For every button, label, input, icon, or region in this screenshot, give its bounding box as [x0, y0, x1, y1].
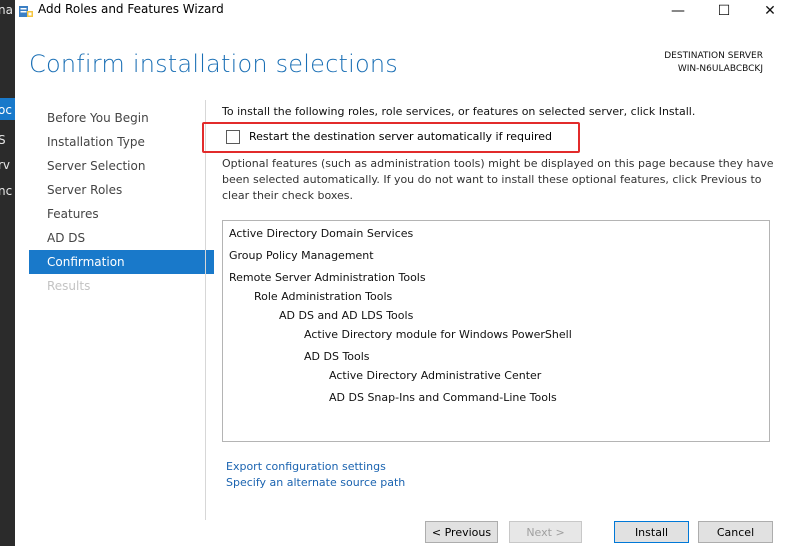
- nav-item-installation-type[interactable]: Installation Type: [29, 130, 214, 154]
- content-pane: To install the following roles, role ser…: [202, 100, 793, 520]
- intro-text: To install the following roles, role ser…: [222, 105, 696, 118]
- minimize-icon: —: [671, 3, 685, 19]
- restart-option-highlight: Restart the destination server automatic…: [202, 122, 580, 153]
- background-text: oc: [0, 103, 12, 117]
- alternate-source-path-link[interactable]: Specify an alternate source path: [226, 476, 405, 489]
- list-item: AD DS Tools: [304, 350, 370, 363]
- nav-item-ad-ds[interactable]: AD DS: [29, 226, 214, 250]
- server-manager-icon: [19, 6, 33, 17]
- export-configuration-link[interactable]: Export configuration settings: [226, 460, 386, 473]
- maximize-button[interactable]: ☐: [701, 0, 747, 22]
- nav-item-features[interactable]: Features: [29, 202, 214, 226]
- list-item: Active Directory Domain Services: [229, 227, 414, 240]
- wizard-window: Add Roles and Features Wizard — ☐ ✕ Conf…: [15, 0, 793, 546]
- nav-item-before-you-begin[interactable]: Before You Begin: [29, 106, 214, 130]
- background-window-strip: na oc S rv nc: [0, 0, 15, 546]
- features-list[interactable]: Active Directory Domain Services Group P…: [222, 220, 770, 442]
- background-text: rv: [0, 158, 11, 172]
- list-item: Active Directory module for Windows Powe…: [304, 328, 572, 341]
- nav-item-server-roles[interactable]: Server Roles: [29, 178, 214, 202]
- page-title: Confirm installation selections: [29, 50, 398, 78]
- close-icon: ✕: [764, 3, 776, 19]
- close-button[interactable]: ✕: [747, 0, 793, 22]
- title-bar[interactable]: Add Roles and Features Wizard — ☐ ✕: [15, 0, 793, 22]
- list-item: Active Directory Administrative Center: [329, 369, 542, 382]
- minimize-button[interactable]: —: [655, 0, 701, 22]
- background-text: na: [0, 3, 13, 17]
- previous-button[interactable]: < Previous: [425, 521, 498, 543]
- list-item: Remote Server Administration Tools: [229, 271, 426, 284]
- list-item: AD DS Snap-Ins and Command-Line Tools: [329, 391, 557, 404]
- background-text: nc: [0, 184, 13, 198]
- nav-item-server-selection[interactable]: Server Selection: [29, 154, 214, 178]
- list-item: Role Administration Tools: [254, 290, 393, 303]
- list-item: Group Policy Management: [229, 249, 374, 262]
- destination-server-info: DESTINATION SERVER WIN-N6ULABCBCKJ: [664, 50, 763, 76]
- cancel-button[interactable]: Cancel: [698, 521, 773, 543]
- nav-item-results: Results: [47, 279, 91, 293]
- background-text: S: [0, 133, 6, 147]
- wizard-nav: Before You Begin Installation Type Serve…: [29, 106, 214, 298]
- restart-checkbox[interactable]: [226, 130, 240, 144]
- restart-checkbox-label[interactable]: Restart the destination server automatic…: [249, 130, 552, 143]
- destination-server-name: WIN-N6ULABCBCKJ: [677, 64, 763, 74]
- list-item: AD DS and AD LDS Tools: [279, 309, 414, 322]
- nav-item-confirmation[interactable]: Confirmation: [29, 250, 214, 274]
- optional-features-note: Optional features (such as administratio…: [222, 157, 774, 202]
- destination-server-label: DESTINATION SERVER: [664, 51, 763, 61]
- next-button: Next >: [509, 521, 582, 543]
- window-title: Add Roles and Features Wizard: [38, 2, 224, 16]
- install-button[interactable]: Install: [614, 521, 689, 543]
- maximize-icon: ☐: [717, 3, 731, 19]
